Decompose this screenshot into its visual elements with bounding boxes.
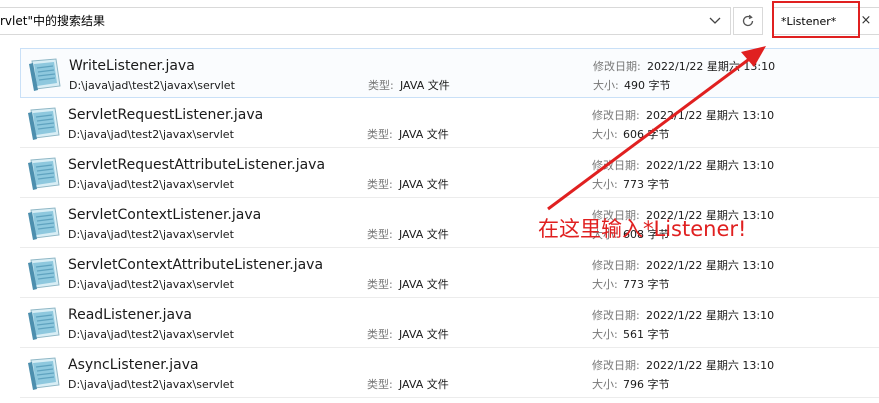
file-type: JAVA 文件 <box>399 328 449 341</box>
java-file-icon <box>28 257 60 290</box>
java-file-icon <box>29 58 61 91</box>
size-label: 大小: <box>592 128 618 141</box>
file-modified: 2022/1/22 星期六 13:10 <box>646 259 775 272</box>
type-label: 类型: <box>367 378 393 391</box>
address-text: rvlet"中的搜索结果 <box>0 14 105 28</box>
chevron-down-icon[interactable] <box>700 8 730 34</box>
date-label: 修改日期: <box>592 259 640 272</box>
search-input[interactable] <box>781 13 851 29</box>
file-type: JAVA 文件 <box>400 79 450 92</box>
file-size: 561 字节 <box>623 328 670 341</box>
file-name: ServletContextListener.java <box>68 207 262 223</box>
java-file-icon <box>28 357 60 390</box>
date-label: 修改日期: <box>592 159 640 172</box>
close-icon[interactable]: × <box>859 13 873 29</box>
type-label: 类型: <box>367 228 393 241</box>
file-size: 773 字节 <box>623 278 670 291</box>
type-label: 类型: <box>367 128 393 141</box>
file-path: D:\java\jad\test2\javax\servlet <box>68 378 234 391</box>
file-path: D:\java\jad\test2\javax\servlet <box>69 79 235 92</box>
java-file-icon <box>28 307 60 340</box>
list-item[interactable]: ReadListener.java D:\java\jad\test2\java… <box>20 298 879 348</box>
file-name: WriteListener.java <box>69 58 195 74</box>
type-label: 类型: <box>367 328 393 341</box>
list-item[interactable]: ServletContextListener.java D:\java\jad\… <box>20 198 879 248</box>
date-label: 修改日期: <box>592 359 640 372</box>
file-size: 490 字节 <box>624 79 671 92</box>
file-modified: 2022/1/22 星期六 13:10 <box>646 309 775 322</box>
address-bar[interactable]: rvlet"中的搜索结果 <box>0 7 731 35</box>
file-type: JAVA 文件 <box>399 228 449 241</box>
file-type: JAVA 文件 <box>399 128 449 141</box>
list-item[interactable]: ServletRequestListener.java D:\java\jad\… <box>20 98 879 148</box>
file-path: D:\java\jad\test2\javax\servlet <box>68 228 234 241</box>
list-item[interactable]: WriteListener.java D:\java\jad\test2\jav… <box>20 48 879 98</box>
file-path: D:\java\jad\test2\javax\servlet <box>68 328 234 341</box>
file-size: 606 字节 <box>623 128 670 141</box>
file-type: JAVA 文件 <box>399 178 449 191</box>
file-name: ServletRequestAttributeListener.java <box>68 157 326 173</box>
file-path: D:\java\jad\test2\javax\servlet <box>68 278 234 291</box>
list-item[interactable]: ServletRequestAttributeListener.java D:\… <box>20 148 879 198</box>
toolbar: rvlet"中的搜索结果 × <box>0 0 879 42</box>
file-modified: 2022/1/22 星期六 13:10 <box>646 109 775 122</box>
java-file-icon <box>28 207 60 240</box>
java-file-icon <box>28 107 60 140</box>
type-label: 类型: <box>367 178 393 191</box>
file-modified: 2022/1/22 星期六 13:10 <box>646 159 775 172</box>
refresh-icon <box>742 14 754 27</box>
refresh-button[interactable] <box>733 7 763 35</box>
search-box[interactable]: × <box>772 7 879 35</box>
type-label: 类型: <box>368 79 394 92</box>
list-item[interactable]: AsyncListener.java D:\java\jad\test2\jav… <box>20 348 879 398</box>
file-name: ReadListener.java <box>68 307 193 323</box>
date-label: 修改日期: <box>592 309 640 322</box>
size-label: 大小: <box>592 278 618 291</box>
type-label: 类型: <box>367 278 393 291</box>
file-path: D:\java\jad\test2\javax\servlet <box>68 128 234 141</box>
file-path: D:\java\jad\test2\javax\servlet <box>68 178 234 191</box>
file-modified: 2022/1/22 星期六 13:10 <box>647 60 776 73</box>
file-name: ServletRequestListener.java <box>68 107 264 123</box>
file-name: AsyncListener.java <box>68 357 199 373</box>
file-type: JAVA 文件 <box>399 378 449 391</box>
size-label: 大小: <box>593 79 619 92</box>
size-label: 大小: <box>592 178 618 191</box>
file-name: ServletContextAttributeListener.java <box>68 257 324 273</box>
file-modified: 2022/1/22 星期六 13:10 <box>646 359 775 372</box>
annotation-text: 在这里输入*Listener! <box>538 217 747 241</box>
file-size: 796 字节 <box>623 378 670 391</box>
size-label: 大小: <box>592 378 618 391</box>
java-file-icon <box>28 157 60 190</box>
date-label: 修改日期: <box>592 109 640 122</box>
date-label: 修改日期: <box>593 60 641 73</box>
list-item[interactable]: ServletContextAttributeListener.java D:\… <box>20 248 879 298</box>
size-label: 大小: <box>592 328 618 341</box>
file-size: 773 字节 <box>623 178 670 191</box>
file-type: JAVA 文件 <box>399 278 449 291</box>
